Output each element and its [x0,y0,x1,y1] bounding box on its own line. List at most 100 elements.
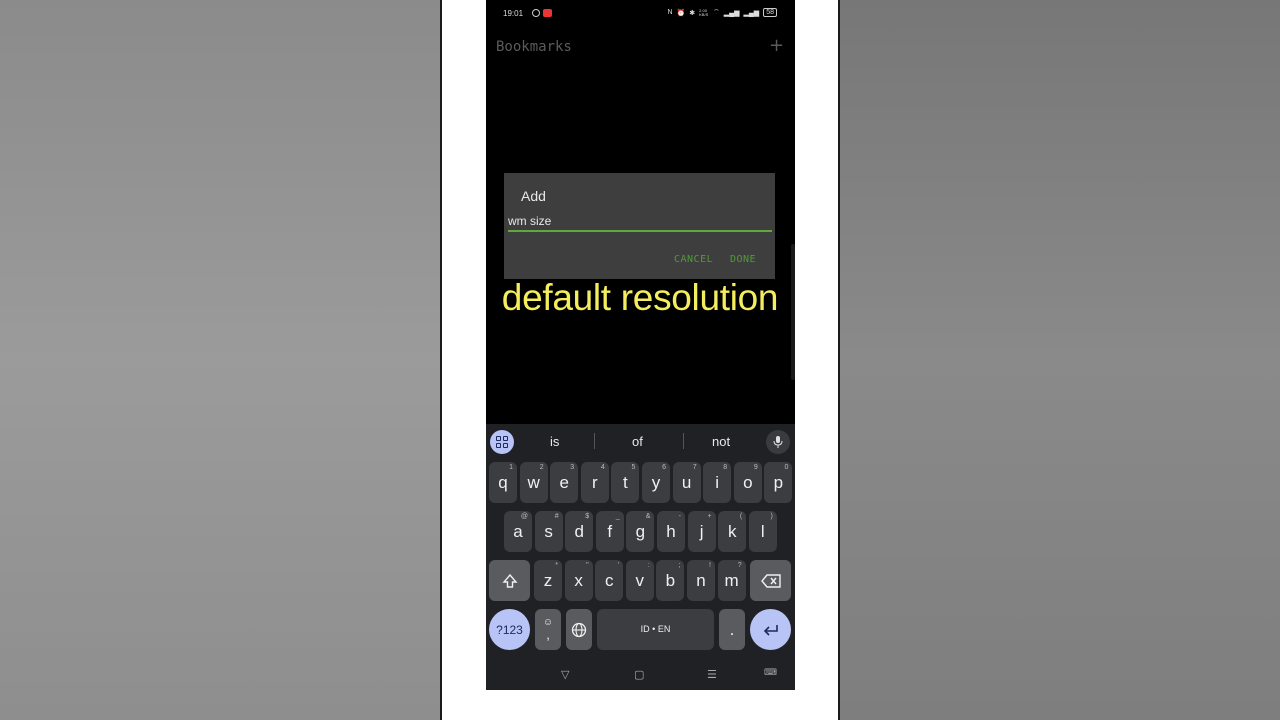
key-hint: " [586,562,589,569]
shift-key[interactable] [489,560,530,601]
backspace-key[interactable] [750,560,791,601]
key-d[interactable]: $ d [565,511,594,552]
network-speed: 2.00 KB/S [699,7,709,17]
key-label: j [699,522,704,541]
add-dialog: Add wm size CANCEL DONE [504,173,775,279]
suggestion-2[interactable]: of [632,434,643,449]
key-y[interactable]: 6y [642,462,670,503]
signal-icon-2: ▂▄▆ [743,9,760,17]
key-hint: ) [770,513,773,520]
key-j[interactable]: + j [687,511,716,552]
globe-icon [571,622,587,637]
key-label: r [591,473,598,492]
key-hint: 2 [539,464,544,471]
key-label: x [574,571,583,590]
key-l[interactable]: ) l [748,511,777,552]
bluetooth-icon: ✱ [689,9,696,17]
key-hint: - [678,513,681,520]
period-label: . [729,620,735,639]
period-key[interactable]: . [719,609,745,650]
scrollbar[interactable] [791,244,795,380]
key-hint: 1 [509,464,513,471]
space-bar[interactable]: ID • EN [597,609,714,650]
apps-grid-button[interactable] [490,430,514,454]
key-i[interactable]: 8i [703,462,732,503]
grid-icon [496,436,508,448]
cancel-button[interactable]: CANCEL [674,254,713,265]
key-label: q [498,473,508,492]
recording-icon [543,9,552,17]
status-icons: N ⏰ ✱ 2.00 KB/S ⌔ ▂▄▆ ▂▄▆ 58 [667,8,777,17]
video-caption: default resolution [501,277,779,318]
backspace-icon [760,573,781,588]
alarm-icon: ⏰ [676,9,686,17]
home-icon[interactable]: ▢ [634,668,644,681]
key-m[interactable]: ? m [717,560,746,601]
key-hint: # [554,513,559,520]
key-v[interactable]: :v [625,560,654,601]
key-label: z [543,571,553,590]
language-key[interactable] [566,609,592,650]
key-x[interactable]: " x [564,560,593,601]
key-h[interactable]: -h [657,511,685,552]
key-hint: & [645,513,651,520]
key-n[interactable]: ! n [687,560,715,601]
key-p[interactable]: 0p [764,462,793,503]
navigation-bar: ▽ ▢ ☰ ⌨ [486,660,795,690]
key-r[interactable]: 4r [580,462,609,503]
suggestion-1[interactable]: is [550,434,559,449]
done-button[interactable]: DONE [730,254,756,265]
battery-icon: 58 [763,8,777,17]
key-b[interactable]: ; b [656,560,685,601]
key-hint: 4 [600,464,605,471]
enter-key[interactable] [750,609,791,650]
key-label: v [635,571,645,590]
phone-screen: 19:01 N ⏰ ✱ 2.00 KB/S ⌔ ▂▄▆ ▂▄▆ 58 Bookm… [486,0,795,690]
key-z[interactable]: * z [534,560,562,601]
key-f[interactable]: _ f [595,511,624,552]
key-hint: 8 [723,464,728,471]
suggestion-divider [683,433,684,449]
add-bookmark-button[interactable]: + [769,37,784,55]
key-label: b [665,571,676,590]
background-right [840,0,1280,720]
key-label: i [715,473,720,492]
key-g[interactable]: & g [626,511,655,552]
key-hint: 9 [753,464,758,471]
key-e[interactable]: 3e [550,462,579,503]
key-hint: * [555,562,558,569]
key-label: l [760,522,765,541]
key-label: o [743,473,753,492]
key-hint: 7 [692,464,697,471]
key-hint: 0 [784,464,789,471]
symbols-key-label: ?123 [496,622,523,637]
key-label: w [527,473,540,492]
key-hint: 5 [631,464,636,471]
key-t[interactable]: 5t [611,462,640,503]
suggestion-3[interactable]: not [712,434,730,449]
symbols-key[interactable]: ?123 [489,609,530,650]
nfc-icon: N [667,9,673,16]
key-c[interactable]: ' c [595,560,624,601]
key-k[interactable]: (k [718,511,747,552]
mic-button[interactable] [766,430,790,454]
key-s[interactable]: # s [534,511,563,552]
keyboard-switch-icon[interactable]: ⌨ [764,668,777,678]
emoji-comma-key[interactable]: ☺ , [535,609,561,650]
key-hint: $ [585,513,590,520]
key-w[interactable]: 2w [519,462,548,503]
key-hint: : [647,562,650,569]
key-label: h [666,522,676,541]
key-q[interactable]: 1q [489,462,517,503]
bookmark-input[interactable]: wm size [508,214,772,232]
key-hint: @ [520,513,528,520]
key-o[interactable]: 9o [733,462,762,503]
key-label: k [727,522,737,541]
key-label: g [635,522,646,541]
keyboard: is of not 1q2w3e4r5t6y7u8i9o0p @ a # s $ d _ f &… [486,424,795,660]
key-a[interactable]: @ a [504,511,532,552]
back-icon[interactable]: ▽ [561,668,569,681]
suggestion-bar: is of not [486,424,795,458]
key-u[interactable]: 7u [672,462,701,503]
recents-icon[interactable]: ☰ [707,668,717,681]
